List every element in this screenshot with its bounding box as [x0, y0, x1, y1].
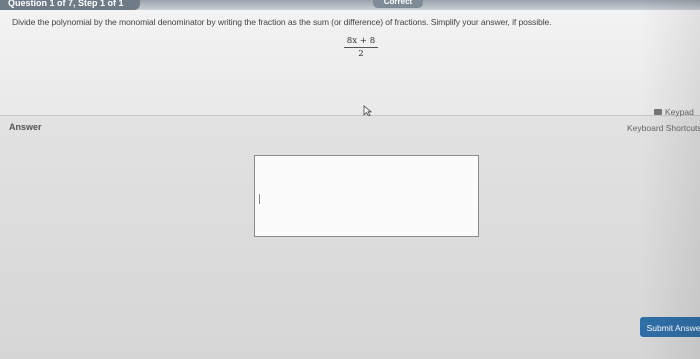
keypad-label: Keypad: [665, 107, 694, 117]
fraction-expression: 8x + 8 2: [344, 36, 378, 59]
top-bar: Question 1 of 7, Step 1 of 1 Correct: [0, 0, 700, 10]
text-caret: [259, 194, 260, 204]
keypad-button[interactable]: Keypad: [654, 107, 694, 117]
keyboard-shortcuts-link[interactable]: Keyboard Shortcuts: [627, 123, 700, 133]
answer-panel: [0, 116, 700, 359]
fraction-numerator: 8x + 8: [344, 36, 378, 48]
submit-answer-button[interactable]: Submit Answer: [640, 317, 700, 337]
answer-label: Answer: [9, 122, 42, 132]
question-progress-tab: Question 1 of 7, Step 1 of 1: [0, 0, 140, 10]
question-instructions: Divide the polynomial by the monomial de…: [12, 17, 552, 27]
fraction-denominator: 2: [358, 49, 364, 59]
answer-input[interactable]: [254, 155, 479, 237]
keyboard-icon: [654, 108, 662, 115]
status-badge: Correct: [373, 0, 423, 8]
